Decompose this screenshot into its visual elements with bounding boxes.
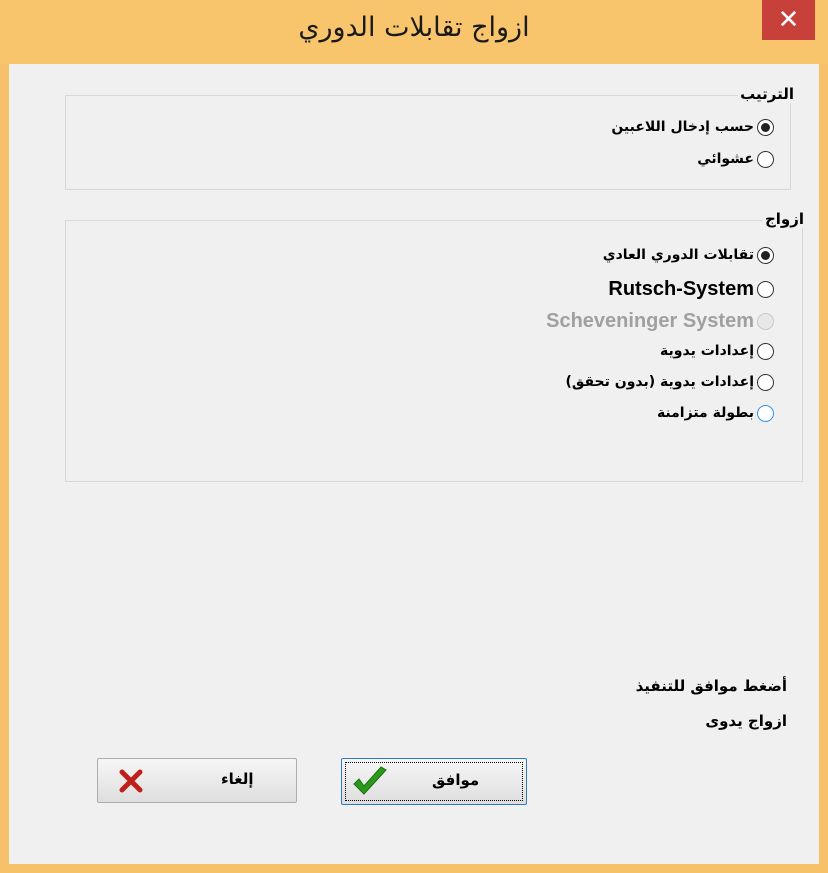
radio-label: عشوائي xyxy=(697,151,754,167)
radio-button[interactable] xyxy=(757,118,774,136)
cancel-button[interactable]: إلغاء xyxy=(97,758,297,803)
ok-button[interactable]: موافق xyxy=(341,758,527,805)
radio-button[interactable] xyxy=(757,404,774,422)
radio-button xyxy=(757,312,774,330)
ok-button-label: موافق xyxy=(432,771,480,789)
radio-label: بطولة متزامنة xyxy=(656,405,754,421)
radio-scheveninger-system: Scheveninger System xyxy=(546,309,774,333)
radio-button[interactable] xyxy=(757,342,774,360)
check-icon xyxy=(353,766,387,795)
radio-normal-league[interactable]: تقابلات الدوري العادي xyxy=(603,243,774,267)
radio-button[interactable] xyxy=(757,246,774,264)
radio-simultaneous-tournament[interactable]: بطولة متزامنة xyxy=(657,401,774,425)
window-title: ازواج تقابلات الدوري xyxy=(298,12,530,43)
radio-label: Rutsch-System xyxy=(608,277,754,300)
radio-manual-unchecked[interactable]: إعدادات يدوية (بدون تحقق) xyxy=(565,370,774,394)
radio-label: Scheveninger System xyxy=(546,309,754,332)
info-line-pairing: ازواج يدوى xyxy=(705,712,787,730)
radio-label: إعدادات يدوية (بدون تحقق) xyxy=(565,374,754,390)
radio-random[interactable]: عشوائي xyxy=(697,147,774,171)
info-line-execute: أضغط موافق للتنفيذ xyxy=(635,677,787,695)
cancel-button-label: إلغاء xyxy=(221,770,254,788)
pairing-caption: ازواج xyxy=(762,210,806,228)
title-bar[interactable]: ازواج تقابلات الدوري ✕ xyxy=(0,0,828,64)
radio-rutsch-system[interactable]: Rutsch-System xyxy=(608,277,774,301)
ordering-caption: الترتيب xyxy=(738,85,796,103)
close-icon: ✕ xyxy=(777,5,800,35)
radio-label: حسب إدخال اللاعبين xyxy=(611,119,754,135)
ordering-group: الترتيب حسب إدخال اللاعبين عشوائي xyxy=(65,85,796,190)
radio-manual-settings[interactable]: إعدادات يدوية xyxy=(660,339,774,363)
pairing-group: ازواج تقابلات الدوري العادي Rutsch-Syste… xyxy=(65,210,806,482)
radio-button[interactable] xyxy=(757,373,774,391)
radio-label: تقابلات الدوري العادي xyxy=(602,247,754,263)
radio-button[interactable] xyxy=(757,150,774,168)
radio-button[interactable] xyxy=(757,280,774,298)
x-icon xyxy=(119,769,143,793)
dialog-window: ازواج تقابلات الدوري ✕ الترتيب حسب إدخال… xyxy=(0,0,828,873)
radio-order-by-entry[interactable]: حسب إدخال اللاعبين xyxy=(611,115,774,139)
close-button[interactable]: ✕ xyxy=(762,0,815,40)
dialog-body: الترتيب حسب إدخال اللاعبين عشوائي ازواج … xyxy=(9,64,819,864)
radio-label: إعدادات يدوية xyxy=(660,343,754,359)
